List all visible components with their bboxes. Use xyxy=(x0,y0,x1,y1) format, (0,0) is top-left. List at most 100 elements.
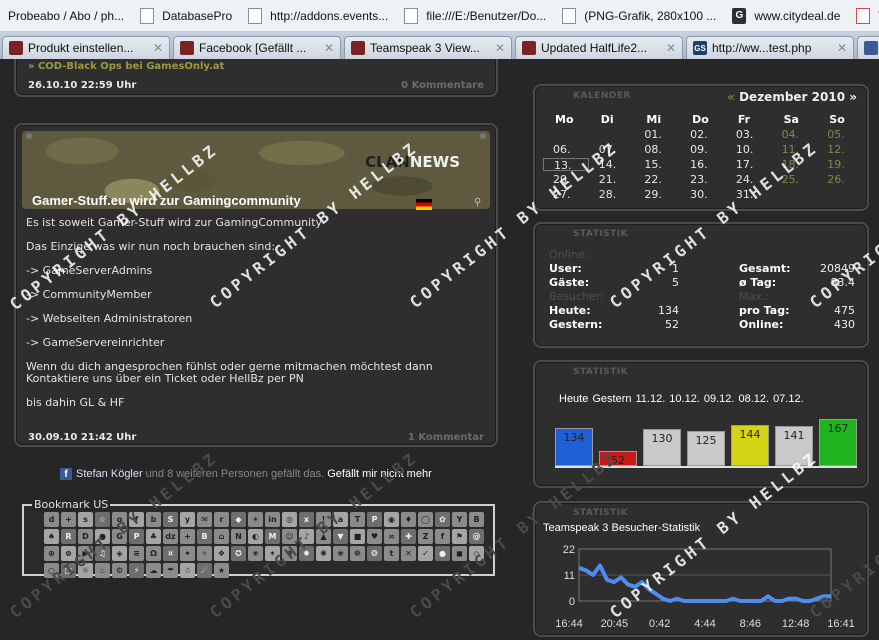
calendar-day[interactable]: 14. xyxy=(589,158,635,171)
social-bookmark-icon[interactable]: ■ xyxy=(350,529,365,544)
bookmark-item[interactable]: file:///E:/Benutzer/Do... xyxy=(396,0,554,31)
unlike-link[interactable]: Gefällt mir nicht mehr xyxy=(327,468,432,480)
bookmark-item[interactable]: Gwww.citydeal.de xyxy=(724,0,848,31)
calendar-day[interactable]: 03. xyxy=(726,128,772,141)
calendar-day[interactable]: 29. xyxy=(634,188,680,201)
calendar-day[interactable]: 23. xyxy=(680,173,726,186)
social-bookmark-icon[interactable]: ⊗ xyxy=(61,546,76,561)
social-bookmark-icon[interactable]: dz xyxy=(163,529,178,544)
calendar-day[interactable]: 12. xyxy=(817,143,863,156)
social-bookmark-icon[interactable]: Y xyxy=(452,512,467,527)
social-bookmark-icon[interactable]: ⚡ xyxy=(129,563,144,578)
social-bookmark-icon[interactable]: P xyxy=(129,529,144,544)
social-bookmark-icon[interactable]: x xyxy=(299,512,314,527)
next-month-button[interactable]: » xyxy=(849,90,857,104)
social-bookmark-icon[interactable]: ◈ xyxy=(112,546,127,561)
social-bookmark-icon[interactable]: ♫ xyxy=(95,546,110,561)
social-bookmark-icon[interactable]: ✉ xyxy=(197,512,212,527)
social-bookmark-icon[interactable]: G xyxy=(112,529,127,544)
calendar-day[interactable]: 04. xyxy=(772,128,818,141)
social-bookmark-icon[interactable]: ● xyxy=(95,529,110,544)
social-bookmark-icon[interactable]: + xyxy=(180,529,195,544)
calendar-day[interactable]: 19. xyxy=(817,158,863,171)
social-bookmark-icon[interactable]: f xyxy=(129,512,144,527)
social-bookmark-icon[interactable]: ✶ xyxy=(265,546,280,561)
social-bookmark-icon[interactable]: R xyxy=(61,529,76,544)
social-bookmark-icon[interactable]: ✹ xyxy=(299,546,314,561)
calendar-day[interactable]: 18. xyxy=(772,158,818,171)
social-bookmark-icon[interactable]: ❁ xyxy=(350,546,365,561)
social-bookmark-icon[interactable]: in xyxy=(265,512,280,527)
calendar-day[interactable]: 06. xyxy=(543,143,589,156)
close-icon[interactable]: ✕ xyxy=(837,41,847,55)
calendar-day[interactable]: 27. xyxy=(543,188,589,201)
social-bookmark-icon[interactable]: ● xyxy=(435,546,450,561)
social-bookmark-icon[interactable]: N xyxy=(231,529,246,544)
bookmark-item[interactable]: (PNG-Grafik, 280x100 ... xyxy=(554,0,724,31)
social-bookmark-icon[interactable]: ☀ xyxy=(248,512,263,527)
calendar-day[interactable]: 24. xyxy=(726,173,772,186)
calendar-day[interactable]: 02. xyxy=(680,128,726,141)
calendar-day[interactable]: 31. xyxy=(726,188,772,201)
close-icon[interactable]: ✕ xyxy=(153,41,163,55)
social-bookmark-icon[interactable]: b xyxy=(146,512,161,527)
facebook-user-link[interactable]: Stefan Kögler xyxy=(76,468,143,480)
close-icon[interactable]: ✕ xyxy=(324,41,334,55)
calendar-day[interactable]: 17. xyxy=(726,158,772,171)
social-bookmark-icon[interactable]: ▲ xyxy=(316,529,331,544)
social-bookmark-icon[interactable]: ✓ xyxy=(418,546,433,561)
social-bookmark-icon[interactable]: ☁ xyxy=(146,563,161,578)
social-bookmark-icon[interactable]: Z xyxy=(418,529,433,544)
social-bookmark-icon[interactable]: s xyxy=(78,512,93,527)
social-bookmark-icon[interactable]: ○ xyxy=(44,563,59,578)
calendar-day[interactable]: 16. xyxy=(680,158,726,171)
social-bookmark-icon[interactable]: ! xyxy=(316,512,331,527)
calendar-day[interactable]: 20. xyxy=(543,173,589,186)
social-bookmark-icon[interactable]: o xyxy=(112,512,127,527)
bookmark-item[interactable]: http://addons.events... xyxy=(240,0,396,31)
social-bookmark-icon[interactable]: P xyxy=(367,512,382,527)
social-bookmark-icon[interactable]: ☺ xyxy=(282,529,297,544)
social-bookmark-icon[interactable]: ⌂ xyxy=(214,529,229,544)
calendar-day[interactable]: 07. xyxy=(589,143,635,156)
calendar-day[interactable]: 11. xyxy=(772,143,818,156)
social-bookmark-icon[interactable]: ❖ xyxy=(214,546,229,561)
social-bookmark-icon[interactable]: + xyxy=(61,512,76,527)
social-bookmark-icon[interactable]: ✕ xyxy=(401,546,416,561)
social-bookmark-icon[interactable]: ♨ xyxy=(95,563,110,578)
social-bookmark-icon[interactable]: ☃ xyxy=(180,563,195,578)
social-bookmark-icon[interactable]: ♥ xyxy=(367,529,382,544)
social-bookmark-icon[interactable]: ❂ xyxy=(367,546,382,561)
social-bookmark-icon[interactable]: B xyxy=(469,512,484,527)
social-bookmark-icon[interactable]: t xyxy=(384,546,399,561)
social-bookmark-icon[interactable]: T xyxy=(350,512,365,527)
social-bookmark-icon[interactable]: a xyxy=(333,512,348,527)
social-bookmark-icon[interactable]: ✿ xyxy=(435,512,450,527)
social-bookmark-icon[interactable]: ▶ xyxy=(78,546,93,561)
browser-tab[interactable]: Teamspeak 3 View... ✕ xyxy=(344,36,512,59)
calendar-day[interactable]: 21. xyxy=(589,173,635,186)
bookmark-item[interactable]: DatabasePro xyxy=(132,0,240,31)
social-bookmark-icon[interactable]: r xyxy=(214,512,229,527)
calendar-day[interactable]: 30. xyxy=(680,188,726,201)
social-bookmark-icon[interactable]: y xyxy=(180,512,195,527)
social-bookmark-icon[interactable]: ♠ xyxy=(44,529,59,544)
social-bookmark-icon[interactable]: ⊕ xyxy=(44,546,59,561)
calendar-day[interactable]: 05. xyxy=(817,128,863,141)
social-bookmark-icon[interactable]: f xyxy=(435,529,450,544)
social-bookmark-icon[interactable]: ✬ xyxy=(248,546,263,561)
social-bookmark-icon[interactable]: ▼ xyxy=(333,529,348,544)
browser-tab[interactable]: Facebook [Gefällt ... ✕ xyxy=(173,36,341,59)
social-bookmark-icon[interactable]: Ω xyxy=(146,546,161,561)
social-bookmark-icon[interactable]: ✚ xyxy=(401,529,416,544)
calendar-day[interactable]: 28. xyxy=(589,188,635,201)
calendar-day[interactable]: 22. xyxy=(634,173,680,186)
social-bookmark-icon[interactable]: ∞ xyxy=(384,529,399,544)
social-bookmark-icon[interactable]: ✧ xyxy=(197,546,212,561)
close-icon[interactable]: ✕ xyxy=(666,41,676,55)
browser-tab[interactable]: Produkt einstellen... ✕ xyxy=(2,36,170,59)
social-bookmark-icon[interactable]: ◉ xyxy=(384,512,399,527)
browser-tab[interactable] xyxy=(857,36,879,59)
social-bookmark-icon[interactable]: D xyxy=(78,529,93,544)
social-bookmark-icon[interactable]: □ xyxy=(61,563,76,578)
